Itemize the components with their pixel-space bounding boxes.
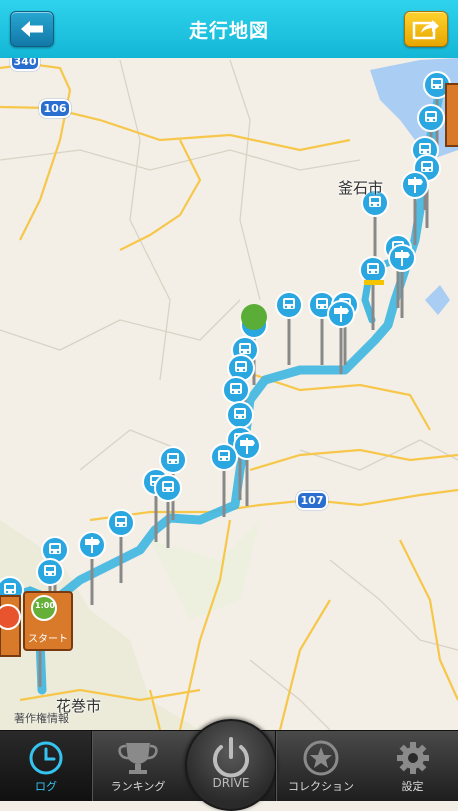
time-label: 1:00 <box>35 601 55 610</box>
copyright-link[interactable]: 著作権情報 <box>14 710 69 726</box>
station-marker[interactable] <box>154 474 182 549</box>
signpost-marker[interactable] <box>388 244 416 319</box>
yellow-tag-icon <box>364 280 384 285</box>
place-label-kamaishi: 釜石市 <box>338 179 384 197</box>
tab-ranking[interactable]: ランキング <box>92 731 184 801</box>
route-shield-340: 340 <box>10 58 40 71</box>
share-icon <box>412 20 439 40</box>
tab-settings[interactable]: 設定 <box>367 731 458 801</box>
nav-bar: 走行地図 <box>0 0 458 59</box>
green-marker[interactable] <box>241 304 267 330</box>
station-marker[interactable] <box>107 509 135 584</box>
tab-ranking-label: ランキング <box>110 780 166 793</box>
route-map[interactable]: 340 106 107 釜石市 花巻市 1:00 スタート 著作権情報 <box>0 58 458 730</box>
station-marker[interactable] <box>210 443 238 518</box>
route-shield-106: 106 <box>39 99 71 118</box>
share-button[interactable] <box>404 11 448 47</box>
tab-log-label: ログ <box>35 780 57 793</box>
signpost-marker[interactable] <box>233 432 261 507</box>
route-shield-107: 107 <box>296 491 328 510</box>
station-marker[interactable] <box>359 256 387 331</box>
signpost-marker[interactable] <box>78 531 106 606</box>
power-icon <box>213 737 249 778</box>
station-marker[interactable] <box>361 189 389 264</box>
signpost-marker[interactable] <box>327 300 355 375</box>
drive-button[interactable]: DRIVE <box>185 719 277 811</box>
drive-label: DRIVE <box>212 776 250 790</box>
tab-log[interactable]: ログ <box>0 731 92 801</box>
page-title: 走行地図 <box>188 20 269 42</box>
tab-settings-label: 設定 <box>401 780 424 793</box>
start-label: スタート <box>28 634 68 645</box>
station-marker[interactable] <box>308 291 336 366</box>
station-marker[interactable] <box>275 291 303 366</box>
tab-collection[interactable]: コレクション <box>275 731 367 801</box>
tab-collection-label: コレクション <box>288 780 354 793</box>
tab-bar: ログ ランキング DRIVE コレクション 設定 <box>0 719 458 811</box>
